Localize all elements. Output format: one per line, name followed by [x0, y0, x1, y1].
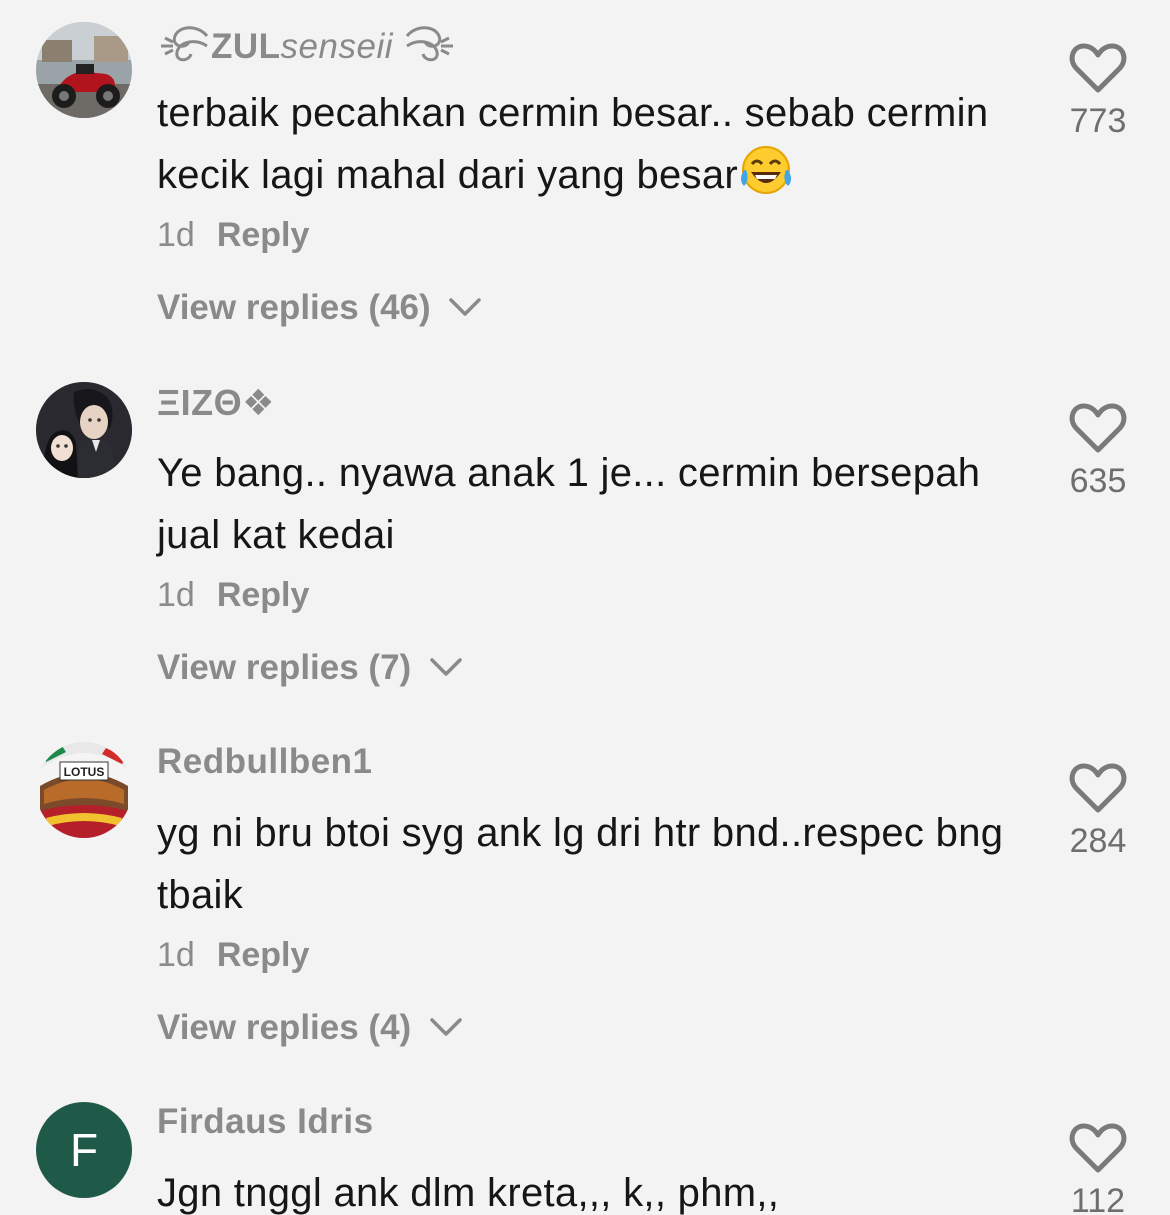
like-button[interactable]: 773 — [1050, 42, 1146, 141]
comment-username[interactable]: ZULsenseii — [157, 22, 457, 67]
user-avatar[interactable]: LOTUS — [36, 742, 132, 838]
comment-text: terbaik pecahkan cermin besar.. sebab ce… — [157, 91, 989, 197]
username-main: ZUL — [211, 27, 281, 66]
like-button[interactable]: 635 — [1050, 402, 1146, 501]
comment-time: 1d — [157, 936, 195, 974]
comment-text: yg ni bru btoi syg ank lg dri htr bnd..r… — [157, 811, 1004, 917]
comment-username[interactable]: Redbullben1 — [157, 742, 373, 782]
chevron-down-icon — [430, 658, 462, 676]
like-count: 773 — [1069, 102, 1127, 140]
comment-meta: 1d Reply — [157, 216, 309, 255]
comment-item: ZULsenseii terbaik pecahkan cermin besar… — [0, 0, 1170, 360]
comment-username[interactable]: ΞIZΘ❖ — [157, 382, 275, 424]
comment-item: ΞIZΘ❖ Ye bang.. nyawa anak 1 je... cermi… — [0, 360, 1170, 720]
comment-username[interactable]: Firdaus Idris — [157, 1102, 374, 1142]
view-replies-button[interactable]: View replies (46) — [157, 288, 482, 328]
view-replies-button[interactable]: View replies (4) — [157, 1008, 463, 1048]
flourish-right-icon — [406, 26, 454, 62]
chevron-down-icon — [449, 298, 482, 316]
like-button[interactable]: 284 — [1050, 762, 1146, 861]
comment-text: Ye bang.. nyawa anak 1 je... cermin bers… — [157, 451, 981, 557]
flourish-left-icon — [161, 26, 209, 62]
like-button[interactable]: 112 — [1050, 1122, 1146, 1215]
comment-meta: 1d Reply — [157, 936, 309, 975]
view-replies-label: View replies (46) — [157, 288, 431, 327]
view-replies-label: View replies (7) — [157, 648, 412, 687]
like-count: 635 — [1069, 462, 1127, 500]
tears-of-joy-emoji-icon — [741, 146, 792, 194]
heart-outline-icon — [1069, 403, 1127, 453]
heart-outline-icon — [1069, 1123, 1127, 1173]
user-avatar[interactable] — [36, 22, 132, 118]
reply-button[interactable]: Reply — [217, 576, 310, 614]
heart-outline-icon — [1069, 763, 1127, 813]
comment-item: F Firdaus Idris Jgn tnggl ank dlm kreta,… — [0, 1080, 1170, 1215]
like-count: 284 — [1069, 822, 1127, 860]
user-avatar[interactable] — [36, 382, 132, 478]
comment-time: 1d — [157, 576, 195, 614]
username-suffix: senseii — [280, 27, 393, 66]
reply-button[interactable]: Reply — [217, 216, 310, 254]
view-replies-button[interactable]: View replies (7) — [157, 648, 463, 688]
comment-time: 1d — [157, 216, 195, 254]
user-avatar[interactable]: F — [36, 1102, 132, 1198]
view-replies-label: View replies (4) — [157, 1008, 412, 1047]
helmet-logo-text: LOTUS — [64, 765, 105, 779]
comment-item: LOTUS Redbullben1 yg ni bru btoi syg ank… — [0, 720, 1170, 1080]
reply-button[interactable]: Reply — [217, 936, 310, 974]
chevron-down-icon — [430, 1018, 462, 1036]
comment-text: Jgn tnggl ank dlm kreta,,, k,, phm,, — [157, 1171, 780, 1215]
like-count: 112 — [1070, 1182, 1126, 1215]
heart-outline-icon — [1069, 43, 1127, 93]
comment-meta: 1d Reply — [157, 576, 309, 615]
comment-list: ZULsenseii terbaik pecahkan cermin besar… — [0, 0, 1170, 1215]
